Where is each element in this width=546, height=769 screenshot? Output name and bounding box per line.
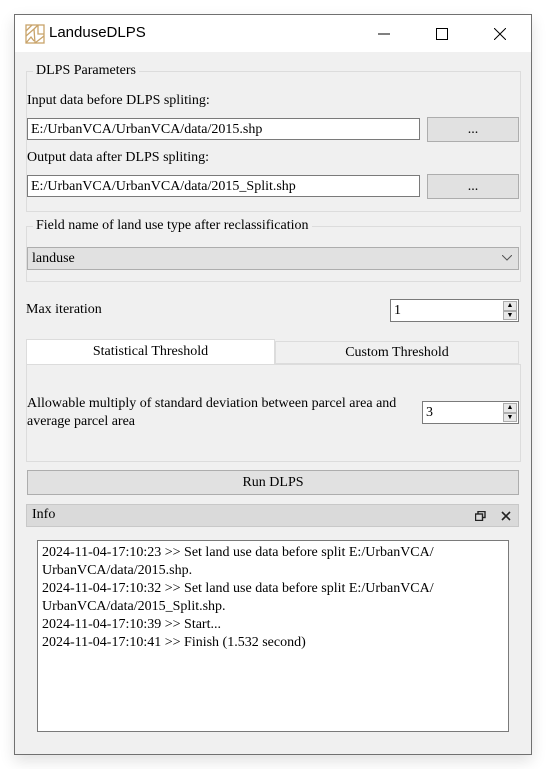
app-parcel-icon bbox=[25, 24, 45, 44]
tab-custom-threshold[interactable]: Custom Threshold bbox=[275, 341, 519, 364]
field-name-title: Field name of land use type after reclas… bbox=[33, 218, 312, 234]
spin-up-icon[interactable]: ▲ bbox=[503, 403, 517, 413]
run-dlps-button[interactable]: Run DLPS bbox=[27, 470, 519, 495]
info-log[interactable]: 2024-11-04-17:10:23 >> Set land use data… bbox=[37, 540, 509, 732]
info-dock-header[interactable]: Info bbox=[26, 504, 519, 527]
info-dock-title: Info bbox=[32, 507, 56, 522]
input-data-field[interactable]: E:/UrbanVCA/UrbanVCA/data/2015.shp bbox=[27, 118, 420, 140]
chevron-down-icon bbox=[502, 255, 512, 261]
output-data-field[interactable]: E:/UrbanVCA/UrbanVCA/data/2015_Split.shp bbox=[27, 175, 420, 197]
close-icon bbox=[494, 27, 506, 40]
input-data-label: Input data before DLPS spliting: bbox=[27, 93, 210, 108]
log-line: UrbanVCA/data/2015_Split.shp. bbox=[42, 599, 226, 614]
threshold-label-line1: Allowable multiply of standard deviation… bbox=[27, 396, 397, 411]
spin-up-icon[interactable]: ▲ bbox=[503, 301, 517, 311]
threshold-value: 3 bbox=[426, 405, 433, 420]
log-line: 2024-11-04-17:10:32 >> Set land use data… bbox=[42, 581, 434, 596]
tab-custom-threshold-label: Custom Threshold bbox=[345, 344, 449, 360]
input-browse-button[interactable]: ... bbox=[427, 117, 519, 142]
maximize-button[interactable] bbox=[419, 15, 465, 52]
minimize-icon bbox=[378, 33, 390, 34]
threshold-spinbox[interactable]: 3 ▲ ▼ bbox=[422, 401, 519, 424]
threshold-label: Allowable multiply of standard deviation… bbox=[27, 395, 396, 431]
log-line: 2024-11-04-17:10:41 >> Finish (1.532 sec… bbox=[42, 635, 306, 650]
minimize-button[interactable] bbox=[361, 15, 407, 52]
max-iteration-value: 1 bbox=[394, 303, 401, 318]
tab-statistical-threshold-label: Statistical Threshold bbox=[92, 344, 209, 359]
landuse-field-value: landuse bbox=[32, 251, 75, 266]
output-browse-button[interactable]: ... bbox=[427, 174, 519, 199]
output-data-label: Output data after DLPS spliting: bbox=[27, 150, 209, 165]
close-dock-icon[interactable] bbox=[501, 511, 511, 521]
title-bar[interactable]: LanduseDLPS bbox=[15, 15, 531, 52]
log-line: UrbanVCA/data/2015.shp. bbox=[42, 563, 193, 578]
maximize-icon bbox=[436, 27, 448, 40]
window-title: LanduseDLPS bbox=[49, 24, 146, 41]
dlps-parameters-title: DLPS Parameters bbox=[33, 63, 139, 79]
log-line: 2024-11-04-17:10:39 >> Start... bbox=[42, 617, 221, 632]
log-line: 2024-11-04-17:10:23 >> Set land use data… bbox=[42, 545, 434, 560]
tab-statistical-threshold[interactable]: Statistical Threshold bbox=[26, 339, 275, 364]
close-button[interactable] bbox=[477, 15, 523, 52]
max-iteration-spinbox[interactable]: 1 ▲ ▼ bbox=[390, 299, 519, 322]
max-iteration-label: Max iteration bbox=[26, 302, 102, 317]
landuse-dlps-window: LanduseDLPS DLPS Parameters Input data b… bbox=[14, 14, 532, 755]
spin-down-icon[interactable]: ▼ bbox=[503, 310, 517, 320]
threshold-label-line2: average parcel area bbox=[27, 414, 136, 429]
landuse-field-combo[interactable]: landuse bbox=[27, 247, 519, 270]
spin-down-icon[interactable]: ▼ bbox=[503, 412, 517, 422]
float-dock-icon[interactable] bbox=[475, 511, 486, 521]
